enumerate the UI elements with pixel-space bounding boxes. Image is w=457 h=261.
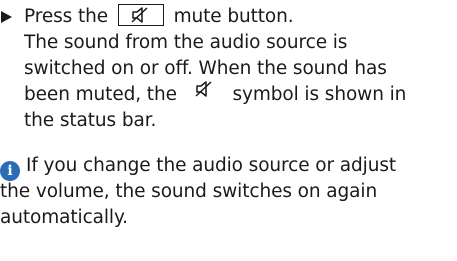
note-line-1: i If you change the audio source or adju…	[0, 153, 397, 181]
result-line-3-after: symbol is shown in	[232, 84, 407, 105]
result-line-3: been muted, the symbol is shown in	[24, 80, 407, 108]
mute-symbol-icon	[195, 80, 215, 106]
step-prefix: Press the	[24, 6, 109, 27]
result-line-1: The sound from the audio source is	[24, 32, 348, 53]
note-line-2: the volume, the sound switches on again	[0, 181, 378, 202]
note-text-1: If you change the audio source or adjust	[26, 155, 397, 176]
mute-button-key	[117, 4, 164, 26]
step-instruction: Press the mute button.	[0, 4, 294, 30]
result-line-4: the status bar.	[24, 110, 157, 131]
result-line-2: switched on or off. When the sound has	[24, 58, 387, 79]
note-line-3: automatically.	[0, 207, 128, 228]
step-suffix: mute button.	[173, 6, 294, 27]
info-icon: i	[0, 161, 20, 181]
result-line-3-before: been muted, the	[24, 84, 177, 105]
bullet-triangle-icon	[1, 11, 12, 23]
mute-speaker-icon	[131, 7, 148, 23]
